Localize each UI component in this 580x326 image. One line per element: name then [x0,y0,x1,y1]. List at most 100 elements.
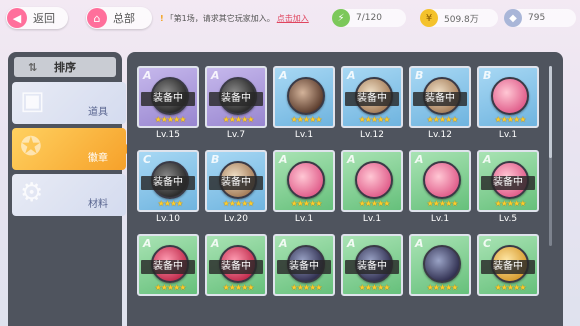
category-panel: ⇅ 排序 ▣ 道具 ✪ 徽章 ⚙ 材料 [8,52,132,326]
badge-frame: B 装备中 ★★★★★ [409,66,471,128]
gear-icon: ⚙ [20,178,44,208]
badge-rank: A [211,69,220,82]
category-label: 徽章 [88,153,108,164]
badge-level: Lv.1 [498,130,518,140]
badge-frame: A ★★★★★ [409,234,471,296]
badge-rank: B [483,69,492,82]
badge-card[interactable]: A 装备中 ★★★★★ [205,234,267,312]
badge-rank: A [279,69,288,82]
equipped-label: 装备中 [141,260,195,274]
star-rating: ★★★★★ [290,115,323,124]
badge-card[interactable]: A ★★★★★ [409,234,471,312]
star-rating: ★★★★★ [290,283,323,292]
badge-card[interactable]: A ★★★★★ Lv.1 [409,150,471,228]
category-label: 道具 [88,107,108,118]
badge-rank: B [415,69,424,82]
badge-card[interactable]: C 装备中 ★★★★ Lv.10 [137,150,199,228]
gem-counter[interactable]: ◆ 795 [504,9,576,27]
stamina-counter[interactable]: ⚡ 7/120 [332,9,406,27]
lightning-icon: ⚡ [332,9,350,27]
home-button[interactable]: ⌂ 总部 [86,7,152,29]
equipped-label: 装备中 [277,260,331,274]
badge-portrait [423,245,461,283]
badge-level: Lv.12 [360,130,384,140]
badge-card[interactable]: A ★★★★★ Lv.1 [273,66,335,144]
alert-icon: ! [160,13,164,23]
category-badges[interactable]: ✪ 徽章 [12,128,132,170]
coin-icon: ¥ [420,9,438,27]
badge-card[interactable]: B 装备中 ★★★★★ Lv.20 [205,150,267,228]
equipped-label: 装备中 [209,92,263,106]
badge-rank: A [211,237,220,250]
equipped-label: 装备中 [413,92,467,106]
badge-card[interactable]: A 装备中 ★★★★★ Lv.12 [341,66,403,144]
back-label: 返回 [33,12,55,25]
badge-card[interactable]: A 装备中 ★★★★★ Lv.5 [477,150,539,228]
sort-icon: ⇅ [28,60,38,74]
badge-card[interactable]: A ★★★★★ Lv.1 [341,150,403,228]
badge-level: Lv.20 [224,214,248,224]
equipped-label: 装备中 [141,92,195,106]
sort-button[interactable]: ⇅ 排序 [14,57,116,77]
badge-frame: A 装备中 ★★★★★ [477,150,539,212]
scrollbar-thumb[interactable] [549,66,552,158]
star-rating: ★★★★★ [494,115,527,124]
badge-frame: B 装备中 ★★★★★ [205,150,267,212]
equipped-label: 装备中 [481,260,535,274]
equipped-label: 装备中 [141,176,195,190]
badge-card[interactable]: B 装备中 ★★★★★ Lv.12 [409,66,471,144]
join-link[interactable]: 点击加入 [277,13,309,24]
badge-frame: A 装备中 ★★★★★ [341,234,403,296]
invite-notice: ! 「第1场，请求其它玩家加入。 点击加入 [160,9,320,27]
badge-rank: C [143,153,152,166]
star-rating: ★★★★★ [290,199,323,208]
sort-label: 排序 [54,61,76,74]
badge-level: Lv.1 [294,214,314,224]
badge-level: Lv.5 [498,214,518,224]
badge-rank: B [211,153,220,166]
badge-card[interactable]: A 装备中 ★★★★★ [273,234,335,312]
category-materials[interactable]: ⚙ 材料 [12,174,126,216]
equipped-label: 装备中 [345,92,399,106]
coin-value: 509.8万 [444,14,479,25]
home-icon: ⌂ [87,8,107,28]
badge-rank: C [483,237,492,250]
star-rating: ★★★★★ [222,199,255,208]
gem-value: 795 [528,13,546,23]
badge-rank: A [347,153,356,166]
badge-frame: A 装备中 ★★★★★ [137,234,199,296]
coin-counter[interactable]: ¥ 509.8万 [420,9,498,27]
badge-card[interactable]: A ★★★★★ Lv.1 [273,150,335,228]
badge-level: Lv.1 [362,214,382,224]
badge-level: Lv.10 [156,214,180,224]
gem-icon: ◆ [504,9,522,27]
top-bar: ◀ 返回 ⌂ 总部 ! 「第1场，请求其它玩家加入。 点击加入 ⚡ 7/120 … [0,0,580,36]
category-items[interactable]: ▣ 道具 [12,82,126,124]
badge-rank: A [279,153,288,166]
badge-card[interactable]: A 装备中 ★★★★★ [341,234,403,312]
badge-card[interactable]: A 装备中 ★★★★★ Lv.15 [137,66,199,144]
badge-frame: C 装备中 ★★★★ [137,150,199,212]
badge-card[interactable]: A 装备中 ★★★★★ [137,234,199,312]
star-badge-icon: ✪ [20,132,42,162]
badge-card[interactable]: A 装备中 ★★★★★ Lv.7 [205,66,267,144]
badge-frame: A 装备中 ★★★★★ [341,66,403,128]
back-button[interactable]: ◀ 返回 [6,7,68,29]
star-rating: ★★★★★ [494,283,527,292]
badge-frame: C 装备中 ★★★★★ [477,234,539,296]
badge-rank: A [143,69,152,82]
star-rating: ★★★★★ [426,199,459,208]
equipped-label: 装备中 [345,260,399,274]
badge-rank: A [347,237,356,250]
badge-rank: A [279,237,288,250]
badge-portrait [355,161,393,199]
notice-text: 「第1场，请求其它玩家加入。 [165,13,275,23]
star-rating: ★★★★★ [358,283,391,292]
star-rating: ★★★★★ [222,115,255,124]
badge-card[interactable]: C 装备中 ★★★★★ [477,234,539,312]
back-arrow-icon: ◀ [7,8,27,28]
star-rating: ★★★★★ [426,115,459,124]
star-rating: ★★★★★ [154,115,187,124]
badge-card[interactable]: B ★★★★★ Lv.1 [477,66,539,144]
star-rating: ★★★★★ [494,199,527,208]
